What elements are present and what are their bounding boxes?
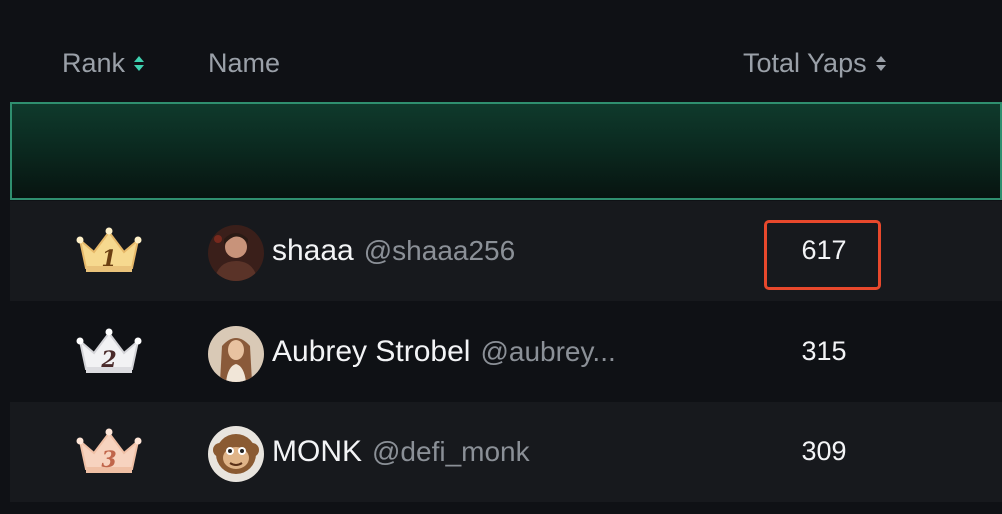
avatar[interactable] xyxy=(208,326,264,382)
user-name[interactable]: Aubrey Strobel @aubrey... xyxy=(272,335,616,369)
rank-number: 3 xyxy=(101,447,117,473)
table-header: Rank Name Total Yaps xyxy=(0,0,1002,102)
total-yaps-column-header[interactable]: Total Yaps xyxy=(743,46,886,80)
user-name[interactable]: MONK @defi_monk xyxy=(272,435,530,469)
total-yaps-value: 315 xyxy=(801,336,847,366)
bronze-crown-icon: 3 xyxy=(76,425,142,477)
rank-number: 1 xyxy=(101,246,117,272)
user-handle: @defi_monk xyxy=(372,436,530,467)
rank-sort-icon[interactable] xyxy=(134,55,145,71)
user-handle: @aubrey... xyxy=(480,336,616,367)
highlight-box xyxy=(764,220,881,290)
rank-column-header[interactable]: Rank xyxy=(62,46,145,80)
rank-header-label: Rank xyxy=(62,47,126,78)
display-name: shaaa xyxy=(272,234,354,267)
name-header-label: Name xyxy=(208,47,281,78)
user-name[interactable]: shaaa @shaaa256 xyxy=(272,234,515,268)
rank-number: 2 xyxy=(101,347,117,373)
gold-crown-icon: 1 xyxy=(76,224,142,276)
display-name: Aubrey Strobel xyxy=(272,335,471,368)
total-yaps-sort-icon[interactable] xyxy=(875,55,886,71)
user-handle: @shaaa256 xyxy=(363,235,516,266)
avatar[interactable] xyxy=(208,225,264,281)
total-yaps-header-label: Total Yaps xyxy=(743,47,867,78)
table-row[interactable]: 3 MONK @defi_monk 309 xyxy=(10,402,1002,502)
total-yaps-value: 309 xyxy=(801,436,847,466)
display-name: MONK xyxy=(272,435,362,468)
highlight-banner xyxy=(10,102,1002,200)
avatar[interactable] xyxy=(208,426,264,482)
table-row[interactable]: 2 Aubrey Strobel @aubrey... 315 xyxy=(10,302,1002,402)
silver-crown-icon: 2 xyxy=(76,325,142,377)
name-column-header: Name xyxy=(208,46,280,80)
